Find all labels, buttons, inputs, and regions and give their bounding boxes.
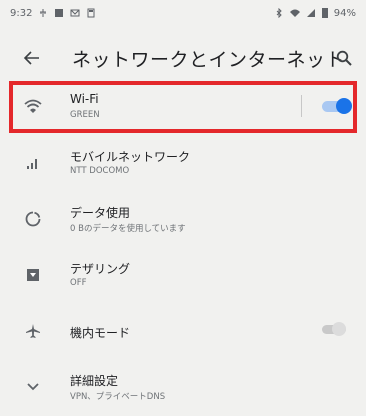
list-item-title: 機内モード <box>70 326 131 340</box>
back-button[interactable] <box>20 46 44 70</box>
list-item-advanced[interactable]: 詳細設定 VPN、プライベートDNS <box>0 360 366 416</box>
list-item-title: モバイルネットワーク <box>70 150 191 164</box>
list-item-subtitle: VPN、プライベートDNS <box>70 392 166 402</box>
list-item-subtitle: 0 Bのデータを使用しています <box>70 224 186 234</box>
image-icon <box>54 8 64 18</box>
list-item-title: 詳細設定 <box>70 374 119 388</box>
status-time: 9:32 <box>10 7 33 19</box>
list-item-data-usage[interactable]: データ使用 0 Bのデータを使用しています <box>0 192 366 248</box>
data-usage-icon <box>22 208 44 230</box>
list-item-subtitle: OFF <box>70 278 87 288</box>
mail-icon <box>70 8 80 18</box>
status-right: 94% <box>274 8 356 19</box>
search-button[interactable] <box>332 46 356 70</box>
list-item-title: テザリング <box>70 262 131 276</box>
list-item-airplane-mode[interactable]: 機内モード <box>0 304 366 360</box>
wifi-highlight-frame <box>9 81 357 133</box>
airplane-toggle[interactable] <box>320 322 350 336</box>
bluetooth-icon <box>274 7 284 19</box>
signal-icon <box>22 152 44 174</box>
list-item-title: データ使用 <box>70 206 131 220</box>
list-item-tethering[interactable]: テザリング OFF <box>0 248 366 304</box>
search-icon <box>336 50 352 66</box>
save-icon <box>86 8 96 18</box>
battery-percent: 94% <box>333 7 356 19</box>
signal-icon <box>306 8 316 18</box>
page-title: ネットワークとインターネット <box>72 49 346 71</box>
battery-icon <box>321 8 328 18</box>
usb-icon <box>38 8 48 18</box>
wifi-icon <box>289 8 300 18</box>
toggle-thumb <box>332 322 346 336</box>
chevron-down-icon <box>22 376 44 398</box>
list-item-subtitle: NTT DOCOMO <box>70 166 130 176</box>
arrow-left-icon <box>23 51 39 65</box>
toolbar: ネットワークとインターネット <box>0 28 366 86</box>
status-bar: 9:32 94% <box>0 0 366 26</box>
airplane-icon <box>22 320 44 342</box>
status-left: 9:32 <box>10 8 96 19</box>
hotspot-icon <box>22 264 44 286</box>
list-item-mobile-network[interactable]: モバイルネットワーク NTT DOCOMO <box>0 136 366 192</box>
